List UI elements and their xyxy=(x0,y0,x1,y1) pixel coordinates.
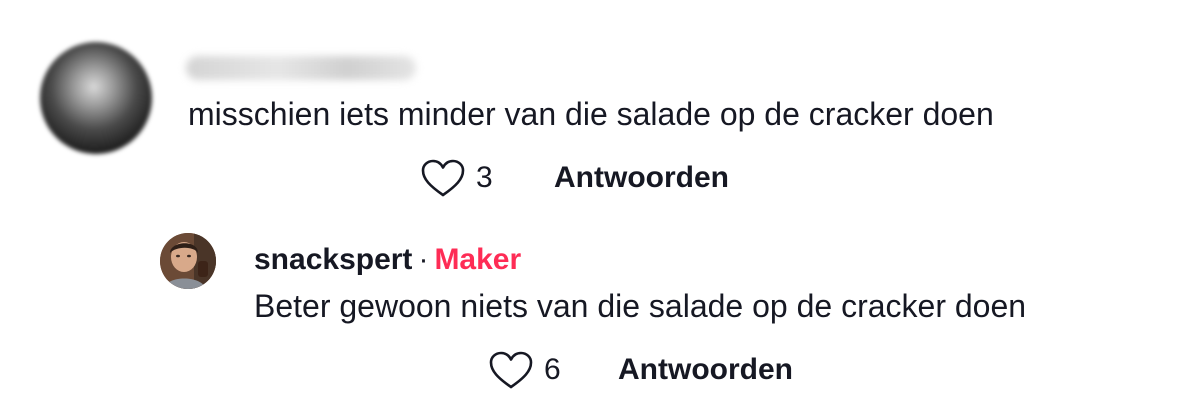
comment-text: misschien iets minder van die salade op … xyxy=(188,96,994,132)
creator-badge: Maker xyxy=(434,243,522,276)
like-button[interactable]: 6 xyxy=(488,348,561,392)
reply-button[interactable]: Antwoorden xyxy=(554,156,729,200)
separator: · xyxy=(418,243,429,276)
avatar-photo xyxy=(160,233,216,289)
heart-outline-icon xyxy=(489,351,533,389)
comment-thread: misschien iets minder van die salade op … xyxy=(0,0,1184,408)
like-button[interactable]: 3 xyxy=(420,156,493,200)
heart-outline-icon xyxy=(421,159,465,197)
username-redacted xyxy=(186,56,416,80)
avatar[interactable] xyxy=(40,42,152,154)
reply-button[interactable]: Antwoorden xyxy=(618,348,793,392)
like-count: 3 xyxy=(476,161,493,194)
reply-text: Beter gewoon niets van die salade op de … xyxy=(254,288,1027,324)
like-count: 6 xyxy=(544,353,561,386)
avatar[interactable] xyxy=(160,233,216,289)
username[interactable]: snackspert xyxy=(254,243,412,276)
reply-header: snackspert · Maker xyxy=(254,240,521,280)
